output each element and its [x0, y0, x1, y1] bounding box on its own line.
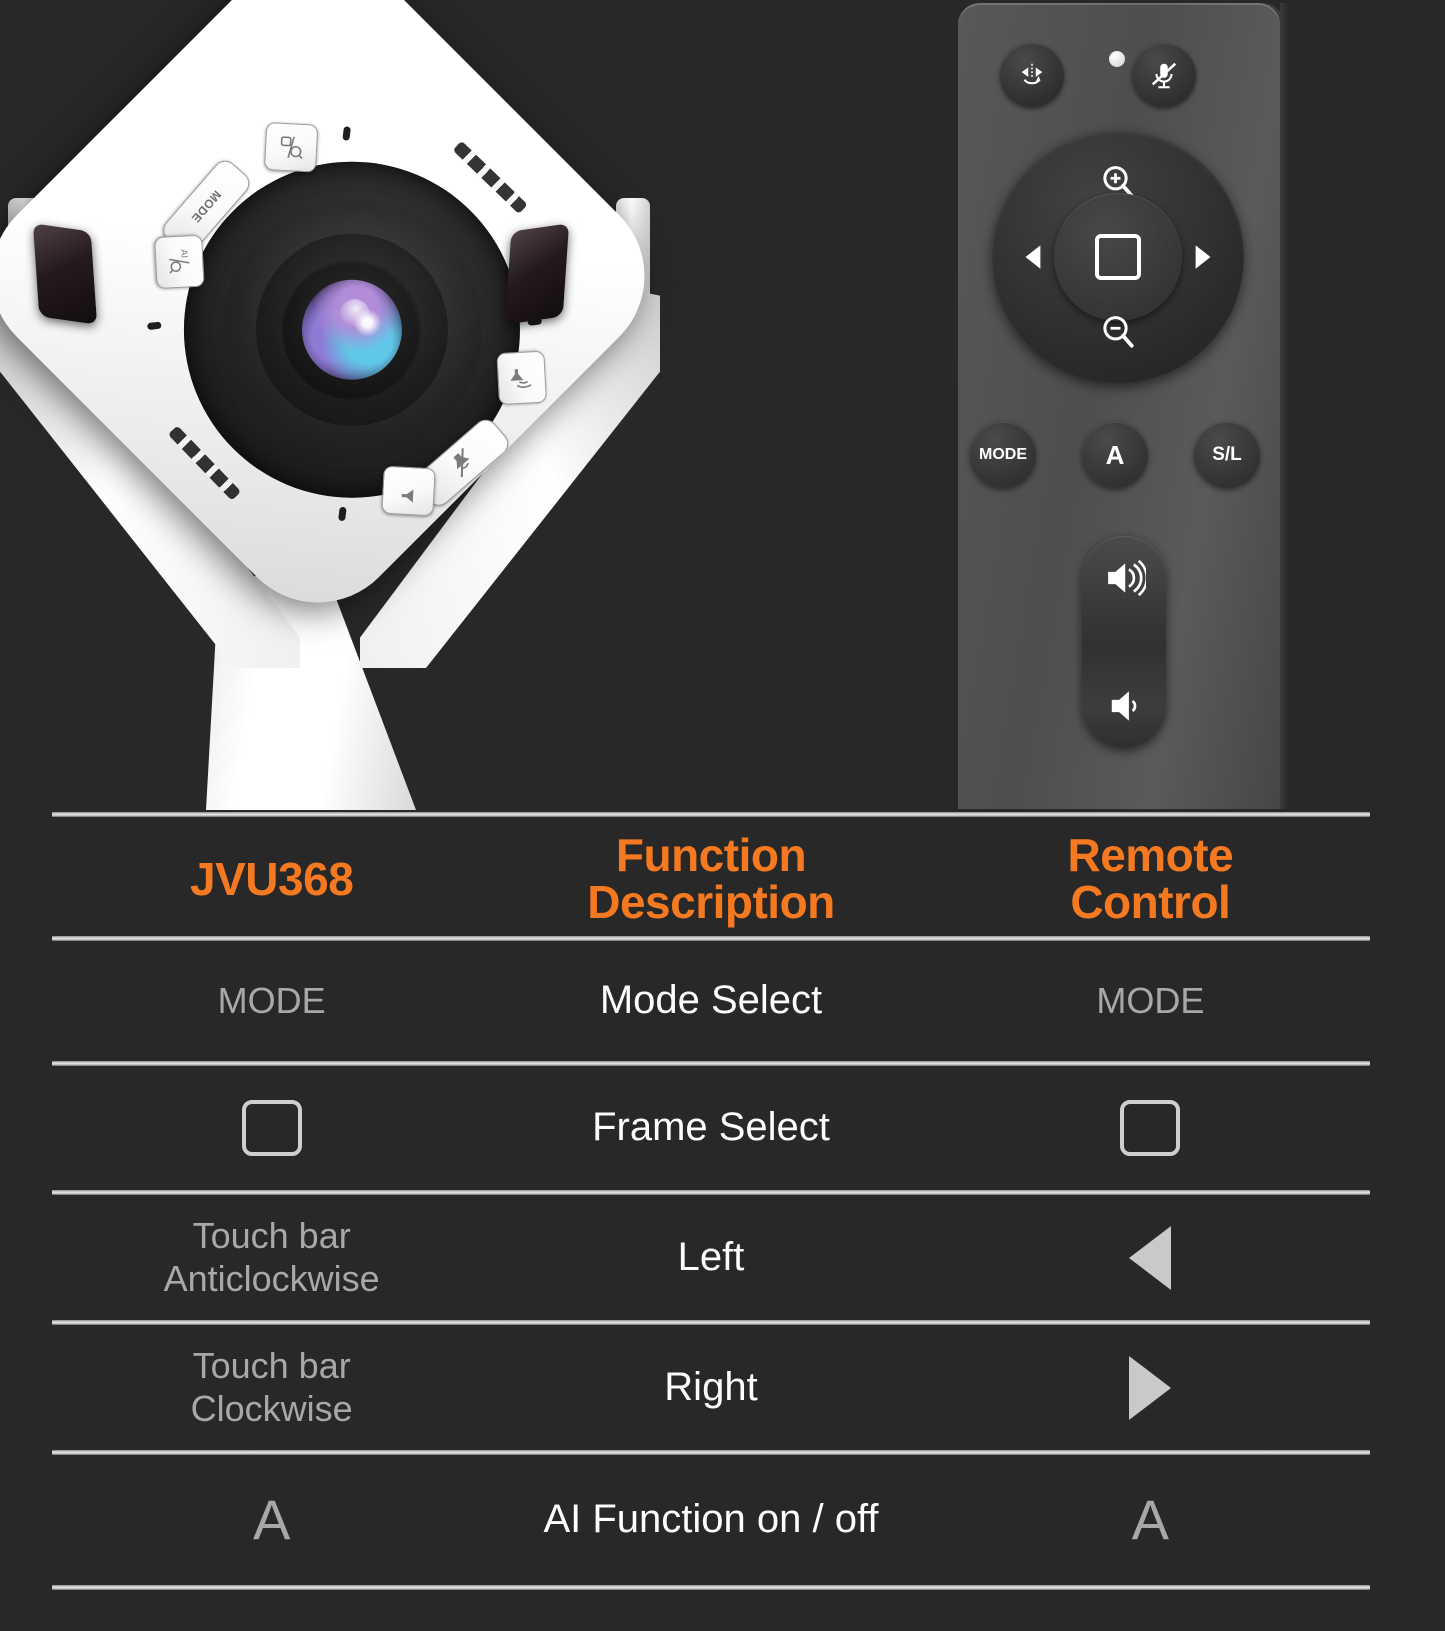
mirror-flip-icon: [1021, 63, 1043, 85]
row-ai-center: AI Function on / off: [543, 1497, 879, 1542]
header-remote-line2: Control: [1070, 876, 1231, 928]
remote-a-button[interactable]: A: [1082, 422, 1148, 488]
table-row: Touch bar Anticlockwise Left: [52, 1195, 1370, 1320]
camera-side-sensor-right: [504, 223, 570, 325]
volume-up-icon: [1108, 559, 1146, 597]
table-row: MODE Mode Select MODE: [52, 941, 1370, 1061]
ai-magnifier-icon: AI: [169, 249, 190, 274]
remote-mirror-flip-button[interactable]: [1000, 43, 1064, 107]
remote-sl-button[interactable]: S/L: [1194, 422, 1260, 488]
speaker-icon: [401, 489, 414, 503]
remote-mode-button[interactable]: MODE: [970, 422, 1036, 488]
remote-a-label: A: [1105, 439, 1125, 470]
lens-ring-3: [216, 193, 488, 466]
row-left-center: Left: [677, 1234, 745, 1279]
row-left-right: [931, 1225, 1370, 1290]
remote-frame-select-button[interactable]: [1054, 193, 1182, 321]
camera-side-sensor-left: [32, 223, 98, 325]
camera-frame-zoom-button[interactable]: [263, 121, 319, 173]
row-mode-left: MODE: [217, 979, 326, 1021]
remote-mic-mute-button[interactable]: [1132, 43, 1196, 107]
function-table: JVU368 Function Description Remote Contr…: [0, 812, 1445, 1631]
frame-square-icon: [1095, 234, 1141, 280]
lens-ring-4: [252, 230, 451, 429]
header-model: JVU368: [52, 852, 491, 905]
camera-ai-zoom-button[interactable]: AI: [154, 234, 205, 290]
header-remote-control: Remote Control: [931, 832, 1370, 926]
frame-square-icon: [1120, 1100, 1181, 1156]
remote-zoom-out-button[interactable]: [1093, 307, 1143, 357]
mic-pinhole-left: [342, 126, 351, 141]
table-row: Frame Select: [52, 1066, 1370, 1190]
mic-mute-icon: [1151, 62, 1177, 89]
volume-down-icon: [1111, 691, 1137, 721]
remote-volume-up-button[interactable]: [1082, 550, 1166, 606]
remote-dpad[interactable]: [992, 131, 1244, 383]
arrow-left-icon: [1025, 245, 1041, 269]
remote-sl-label: S/L: [1212, 444, 1242, 465]
speaker-mute-icon: [453, 448, 470, 478]
remote-left-button[interactable]: [1012, 235, 1056, 279]
remote-mode-label: MODE: [979, 446, 1027, 463]
row-ai-left: A: [252, 1488, 291, 1551]
remote-led-indicator: [1109, 51, 1125, 67]
table-header-row: JVU368 Function Description Remote Contr…: [52, 818, 1370, 940]
camera-volume-up-button[interactable]: [496, 350, 547, 406]
row-left-left: Touch bar Anticlockwise: [163, 1215, 380, 1299]
remote-right-button[interactable]: [1180, 235, 1224, 279]
header-remote-line1: Remote: [1067, 829, 1234, 882]
lens-glass: [281, 259, 423, 401]
svg-text:AI: AI: [179, 249, 189, 258]
frame-square-icon: [241, 1100, 302, 1156]
sensor-pinhole-left: [146, 321, 162, 331]
arrow-right-icon: [1195, 245, 1211, 269]
header-function-line1: Function: [615, 829, 807, 882]
arrow-left-icon: [1129, 1225, 1172, 1290]
remote-volume-down-button[interactable]: [1082, 678, 1166, 734]
row-right-center: Right: [664, 1364, 758, 1409]
infographic-page: MODE AI MODE A S/L JVU368 Function Descr…: [0, 0, 1445, 1631]
header-function-line2: Description: [587, 876, 835, 928]
frame-magnifier-icon: [280, 136, 303, 159]
row-mode-center: Mode Select: [599, 978, 823, 1023]
divider-bottom: [52, 1585, 1370, 1590]
row-mode-right: MODE: [1096, 979, 1205, 1021]
arrow-right-icon: [1129, 1355, 1172, 1420]
camera-mode-label: MODE: [188, 187, 225, 226]
table-row: Touch bar Clockwise Right: [52, 1325, 1370, 1450]
remote-control: MODE A S/L: [958, 3, 1287, 809]
table-row: A AI Function on / off A: [52, 1455, 1370, 1585]
divider-top: [52, 812, 1370, 817]
header-function-description: Function Description: [491, 832, 930, 926]
jvu368-camera: MODE AI: [0, 0, 681, 812]
row-frame-right: [931, 1100, 1370, 1156]
row-right-right: [931, 1355, 1370, 1420]
mic-grille-top: [452, 140, 528, 214]
row-ai-right: A: [1131, 1488, 1169, 1551]
zoom-out-icon: [1103, 316, 1134, 348]
row-frame-left: [52, 1100, 491, 1156]
speaker-waves-icon: [510, 369, 532, 388]
remote-volume-rocker[interactable]: [1082, 536, 1166, 748]
header-model-label: JVU368: [190, 852, 354, 905]
row-right-left: Touch bar Clockwise: [190, 1345, 353, 1429]
row-frame-center: Frame Select: [592, 1105, 830, 1150]
product-photo-area: MODE AI MODE A S/L: [0, 0, 1445, 812]
sensor-pinhole-right: [338, 506, 347, 522]
camera-volume-down-button[interactable]: [381, 465, 436, 517]
